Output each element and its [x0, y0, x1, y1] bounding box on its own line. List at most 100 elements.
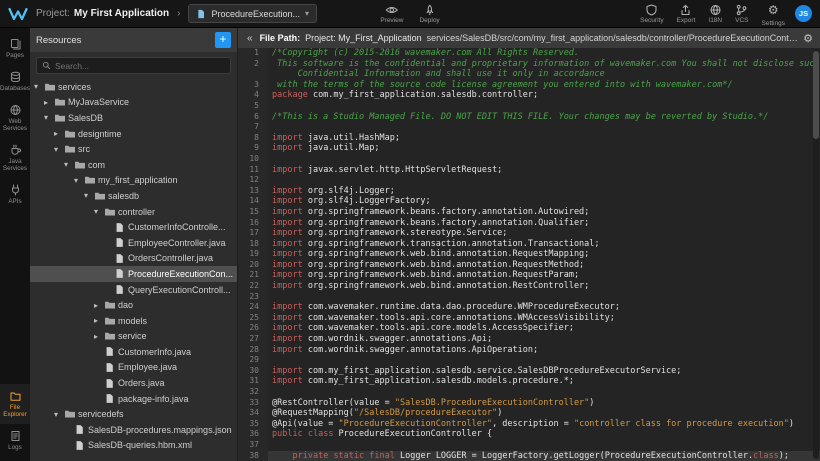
code-line-wrap[interactable]: Confidential Information and shall use i…	[238, 69, 820, 80]
code-editor[interactable]: 1/*Copyright (c) 2015-2016 wavemaker.com…	[238, 48, 820, 461]
tree-item-src[interactable]: ▾src	[30, 141, 237, 157]
tree-item-myjavaservice[interactable]: ▸MyJavaService	[30, 95, 237, 111]
editor-scrollbar-thumb[interactable]	[813, 51, 819, 139]
code-line-4[interactable]: 4package com.my_first_application.salesd…	[238, 90, 820, 101]
tree-item-com[interactable]: ▾com	[30, 157, 237, 173]
rail-item-databases[interactable]: Databases	[0, 65, 30, 98]
code-line-36[interactable]: 36public class ProcedureExecutionControl…	[238, 429, 820, 440]
code-line-24[interactable]: 24import com.wavemaker.runtime.data.dao.…	[238, 302, 820, 313]
export-button[interactable]: Export	[677, 4, 696, 24]
code-line-28[interactable]: 28import com.wordnik.swagger.annotations…	[238, 345, 820, 356]
code-line-1[interactable]: 1/*Copyright (c) 2015-2016 wavemaker.com…	[238, 48, 820, 59]
tree-item-salesdb-queries-hbm-xml[interactable]: SalesDB-queries.hbm.xml	[30, 438, 237, 454]
tree-item-my-first-application[interactable]: ▾my_first_application	[30, 173, 237, 189]
chevron-right-icon[interactable]: ▸	[44, 98, 54, 107]
code-line-10[interactable]: 10	[238, 154, 820, 165]
collapse-panel-icon[interactable]: «	[245, 33, 255, 44]
tree-item-dao[interactable]: ▸dao	[30, 297, 237, 313]
tree-item-salesdb[interactable]: ▾SalesDB	[30, 110, 237, 126]
code-line-34[interactable]: 34@RequestMapping("/SalesDB/procedureExe…	[238, 408, 820, 419]
code-line-14[interactable]: 14import org.slf4j.LoggerFactory;	[238, 196, 820, 207]
wavemaker-logo-icon[interactable]	[8, 7, 28, 21]
code-line-20[interactable]: 20import org.springframework.web.bind.an…	[238, 260, 820, 271]
tree-item-salesdb-procedures-mappings-json[interactable]: SalesDB-procedures.mappings.json	[30, 422, 237, 438]
tree-item-designtime[interactable]: ▸designtime	[30, 126, 237, 142]
rail-item-web-services[interactable]: Web Services	[0, 98, 30, 138]
code-line-38[interactable]: 38 private static final Logger LOGGER = …	[238, 451, 820, 461]
rail-item-logs[interactable]: Logs	[0, 424, 30, 457]
rail-item-apis[interactable]: APIs	[0, 178, 30, 211]
code-line-3[interactable]: 3 with the terms of the source code lice…	[238, 80, 820, 91]
tree-item-employee-java[interactable]: Employee.java	[30, 360, 237, 376]
open-file-dropdown[interactable]: ProcedureExecution... ▾	[188, 4, 317, 23]
deploy-button[interactable]: Deploy	[419, 4, 439, 24]
code-line-25[interactable]: 25import com.wavemaker.tools.api.core.an…	[238, 313, 820, 324]
code-line-32[interactable]: 32	[238, 387, 820, 398]
code-line-17[interactable]: 17import org.springframework.stereotype.…	[238, 228, 820, 239]
chevron-down-icon[interactable]: ▾	[54, 145, 64, 154]
search-box[interactable]	[36, 57, 231, 74]
chevron-down-icon[interactable]: ▾	[94, 207, 104, 216]
tree-item-controller[interactable]: ▾controller	[30, 204, 237, 220]
chevron-right-icon[interactable]: ▸	[94, 332, 104, 341]
tree-item-customerinfo-java[interactable]: CustomerInfo.java	[30, 344, 237, 360]
code-line-13[interactable]: 13import org.slf4j.Logger;	[238, 186, 820, 197]
code-line-31[interactable]: 31import com.my_first_application.salesd…	[238, 376, 820, 387]
chevron-down-icon[interactable]: ▾	[84, 191, 94, 200]
code-line-26[interactable]: 26import com.wavemaker.tools.api.core.mo…	[238, 323, 820, 334]
tree-item-customerinfocontrolle[interactable]: CustomerInfoControlle...	[30, 219, 237, 235]
chevron-right-icon[interactable]: ▸	[54, 129, 64, 138]
i18n-button[interactable]: I18N	[708, 4, 722, 24]
tree-item-employeecontroller-java[interactable]: EmployeeController.java	[30, 235, 237, 251]
chevron-right-icon[interactable]: ▸	[94, 301, 104, 310]
code-line-22[interactable]: 22import org.springframework.web.bind.an…	[238, 281, 820, 292]
tree-item-services[interactable]: ▾services	[30, 79, 237, 95]
code-line-18[interactable]: 18import org.springframework.transaction…	[238, 239, 820, 250]
chevron-down-icon[interactable]: ▾	[64, 160, 74, 169]
tree-item-orders-java[interactable]: Orders.java	[30, 375, 237, 391]
tree-item-procedureexecutioncon[interactable]: ProcedureExecutionCon...	[30, 266, 237, 282]
rail-item-pages[interactable]: Pages	[0, 32, 30, 65]
code-line-30[interactable]: 30import com.my_first_application.salesd…	[238, 366, 820, 377]
user-avatar[interactable]: JS	[795, 5, 812, 22]
chevron-right-icon[interactable]: ▸	[94, 316, 104, 325]
tree-item-salesdb[interactable]: ▾salesdb	[30, 188, 237, 204]
code-line-5[interactable]: 5	[238, 101, 820, 112]
preview-button[interactable]: Preview	[380, 4, 403, 24]
code-line-12[interactable]: 12	[238, 175, 820, 186]
add-resource-button[interactable]: +	[215, 32, 231, 48]
editor-scrollbar[interactable]	[813, 49, 819, 459]
code-line-21[interactable]: 21import org.springframework.web.bind.an…	[238, 270, 820, 281]
code-line-23[interactable]: 23	[238, 292, 820, 303]
code-line-19[interactable]: 19import org.springframework.web.bind.an…	[238, 249, 820, 260]
chevron-down-icon[interactable]: ▾	[54, 410, 64, 419]
code-line-6[interactable]: 6/*This is a Studio Managed File. DO NOT…	[238, 112, 820, 123]
code-line-15[interactable]: 15import org.springframework.beans.facto…	[238, 207, 820, 218]
tree-item-queryexecutioncontroll[interactable]: QueryExecutionControll...	[30, 282, 237, 298]
code-line-27[interactable]: 27import com.wordnik.swagger.annotations…	[238, 334, 820, 345]
security-button[interactable]: Security	[640, 4, 663, 24]
code-line-2[interactable]: 2 This software is the confidential and …	[238, 59, 820, 70]
tree-item-servicedefs[interactable]: ▾servicedefs	[30, 406, 237, 422]
tree-item-orderscontroller-java[interactable]: OrdersController.java	[30, 251, 237, 267]
code-line-7[interactable]: 7	[238, 122, 820, 133]
code-line-33[interactable]: 33@RestController(value = "SalesDB.Proce…	[238, 398, 820, 409]
rail-item-file-explorer[interactable]: File Explorer	[0, 384, 30, 424]
chevron-down-icon[interactable]: ▾	[74, 176, 84, 185]
gear-icon[interactable]: ⚙	[803, 32, 813, 45]
code-line-8[interactable]: 8import java.util.HashMap;	[238, 133, 820, 144]
search-input[interactable]	[55, 61, 225, 71]
tree-item-service[interactable]: ▸service	[30, 329, 237, 345]
code-line-16[interactable]: 16import org.springframework.beans.facto…	[238, 218, 820, 229]
tree-item-models[interactable]: ▸models	[30, 313, 237, 329]
vcs-button[interactable]: VCS	[735, 4, 748, 24]
rail-item-java-services[interactable]: Java Services	[0, 138, 30, 178]
settings-button[interactable]: ⚙Settings	[762, 1, 786, 27]
code-line-35[interactable]: 35@Api(value = "ProcedureExecutionContro…	[238, 419, 820, 430]
code-line-11[interactable]: 11import javax.servlet.http.HttpServletR…	[238, 165, 820, 176]
code-line-37[interactable]: 37	[238, 440, 820, 451]
chevron-down-icon[interactable]: ▾	[34, 82, 44, 91]
chevron-down-icon[interactable]: ▾	[44, 113, 54, 122]
code-line-9[interactable]: 9import java.util.Map;	[238, 143, 820, 154]
tree-item-package-info-java[interactable]: package-info.java	[30, 391, 237, 407]
